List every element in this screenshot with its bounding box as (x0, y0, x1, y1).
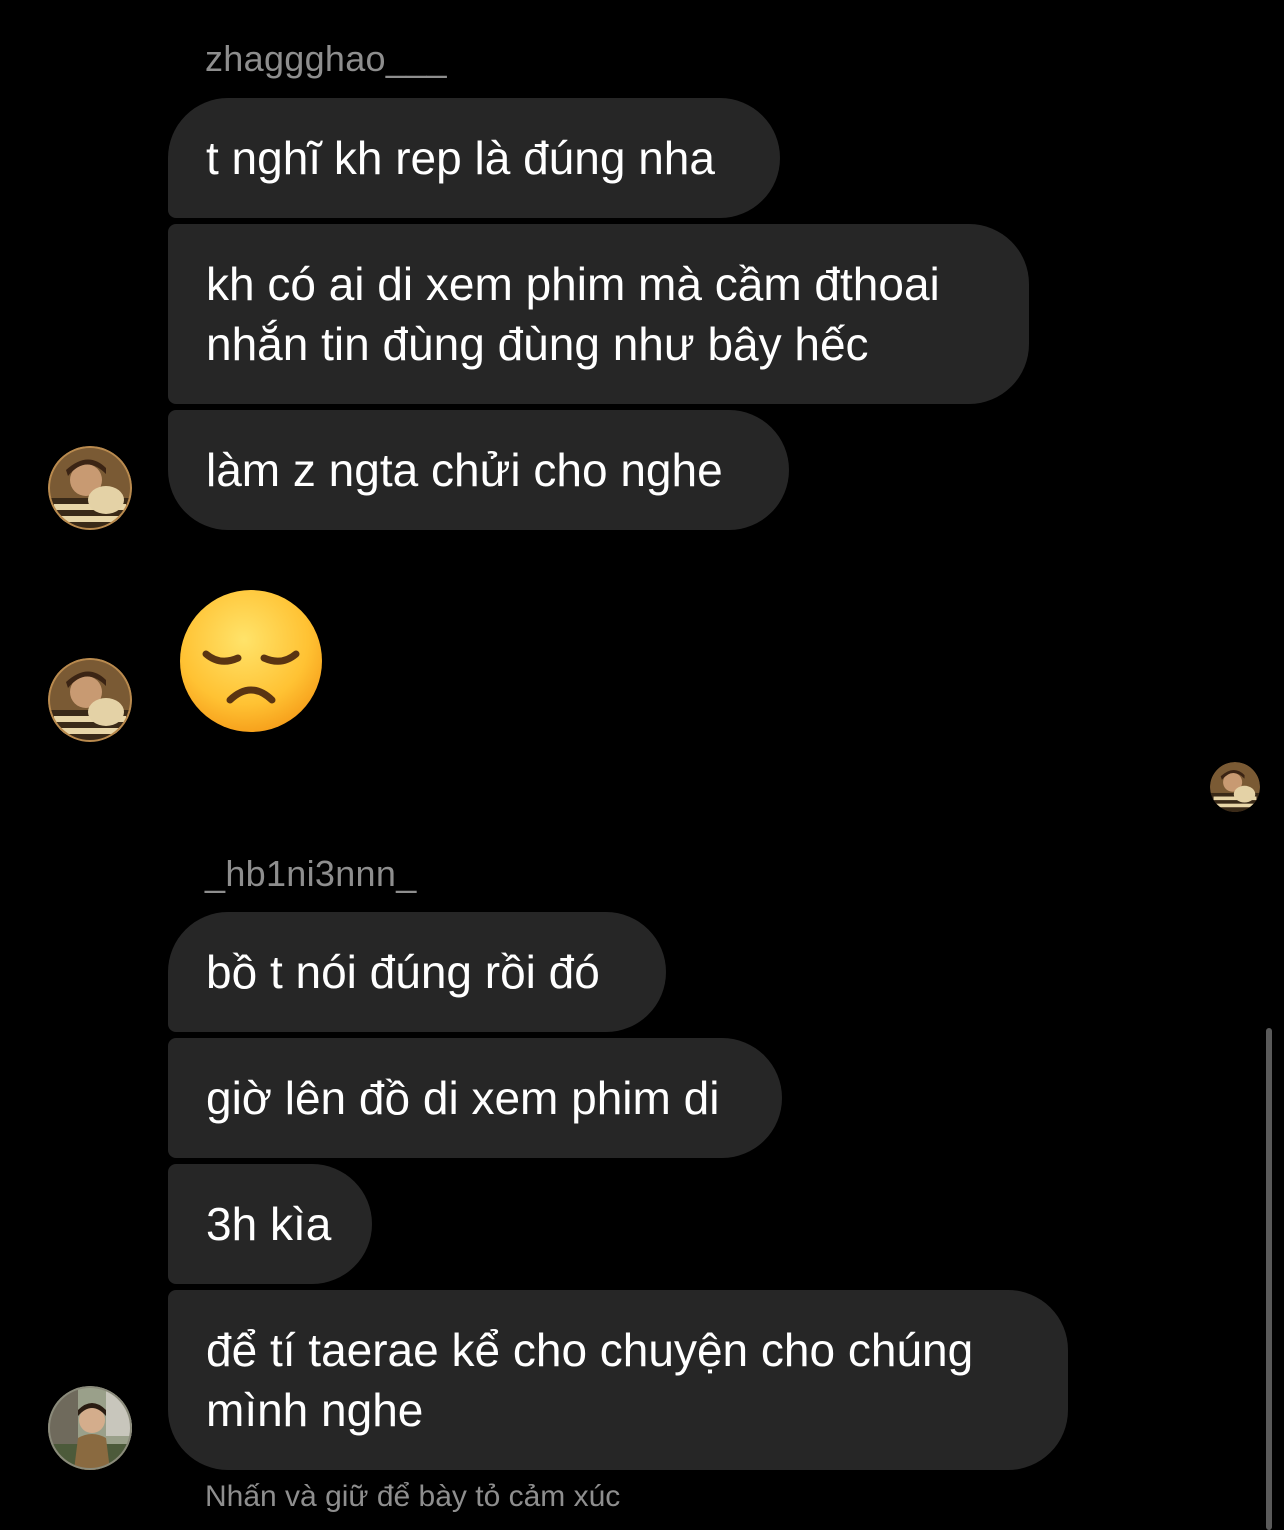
message-bubble[interactable]: làm z ngta chửi cho nghe (168, 410, 789, 530)
avatar[interactable] (48, 658, 132, 742)
sender-username[interactable]: _hb1ni3nnn_ (205, 853, 417, 895)
avatar-image (1210, 762, 1260, 812)
avatar-image (48, 658, 132, 742)
message-text: giờ lên đồ di xem phim di (206, 1072, 720, 1124)
message-bubble[interactable]: bồ t nói đúng rồi đó (168, 912, 666, 1032)
message-bubble[interactable]: kh có ai di xem phim mà cầm đthoai nhắn … (168, 224, 1029, 404)
sender-username[interactable]: zhaggghao___ (205, 38, 447, 80)
disappointed-face-emoji[interactable] (178, 588, 324, 734)
message-text: kh có ai di xem phim mà cầm đthoai nhắn … (206, 258, 940, 370)
avatar[interactable] (48, 446, 132, 530)
message-bubble[interactable]: 3h kìa (168, 1164, 372, 1284)
message-text: làm z ngta chửi cho nghe (206, 444, 723, 496)
message-text: 3h kìa (206, 1198, 332, 1250)
message-text: t nghĩ kh rep là đúng nha (206, 132, 715, 184)
message-bubble[interactable]: giờ lên đồ di xem phim di (168, 1038, 782, 1158)
reaction-hint: Nhấn và giữ để bày tỏ cảm xúc (205, 1480, 621, 1513)
avatar-image (48, 446, 132, 530)
message-text: để tí taerae kể cho chuyện cho chúng mìn… (206, 1324, 974, 1436)
scrollbar[interactable] (1266, 1028, 1272, 1530)
message-bubble[interactable]: để tí taerae kể cho chuyện cho chúng mìn… (168, 1290, 1068, 1470)
message-bubble[interactable]: t nghĩ kh rep là đúng nha (168, 98, 780, 218)
avatar[interactable] (48, 1386, 132, 1470)
message-text: bồ t nói đúng rồi đó (206, 946, 600, 998)
seen-avatar (1210, 762, 1260, 812)
avatar-image (48, 1386, 132, 1470)
